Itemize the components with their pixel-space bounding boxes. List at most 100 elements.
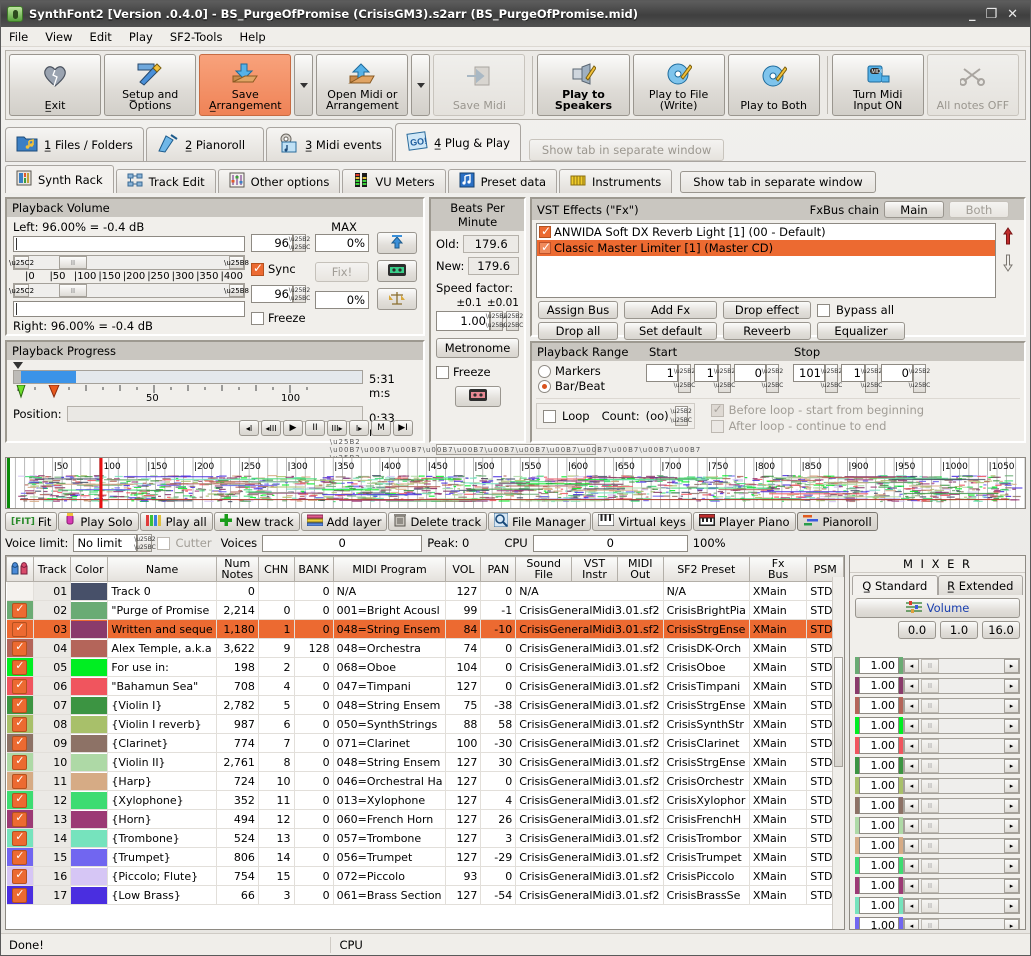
- track-fx-bus[interactable]: XMain: [749, 791, 806, 810]
- track-enable-checkbox[interactable]: [12, 793, 27, 808]
- mixer-row[interactable]: 1.00◂II▸: [855, 756, 1020, 775]
- mixer-slider-thumb[interactable]: II: [921, 679, 939, 693]
- track-name[interactable]: Alex Temple, a.k.a: [108, 639, 216, 658]
- track-color-swatch[interactable]: [71, 753, 108, 772]
- transport-forward-button[interactable]: III▸: [327, 420, 347, 436]
- track-name[interactable]: Track 0: [108, 582, 216, 601]
- mixer-slider-left-arrow[interactable]: ◂: [904, 759, 919, 773]
- mixer-slider-thumb[interactable]: II: [921, 839, 939, 853]
- col-pan[interactable]: PAN: [481, 557, 516, 582]
- mixer-slider-right-arrow[interactable]: ▸: [1004, 739, 1019, 753]
- table-row[interactable]: 11{Harp}724100046=Orchestral Ha1270Crisi…: [7, 772, 844, 791]
- all-notes-off-button[interactable]: All notes OFF: [927, 54, 1019, 116]
- bpm-cassette-button[interactable]: [455, 386, 501, 407]
- track-pan[interactable]: 4: [481, 791, 516, 810]
- before-loop-checkbox[interactable]: [711, 404, 724, 417]
- track-sound-file[interactable]: CrisisGeneralMidi3.01.sf2: [516, 772, 663, 791]
- track-sf2-preset[interactable]: CrisisDK-Orch: [663, 639, 749, 658]
- table-row[interactable]: 10{Violin II}2,76180048=String Ensem1273…: [7, 753, 844, 772]
- show-tab-separate-window-button-main[interactable]: Show tab in separate window: [529, 139, 724, 161]
- play-solo-button[interactable]: Play Solo: [58, 512, 138, 531]
- maximize-icon[interactable]: ❐: [985, 8, 997, 21]
- mixer-row[interactable]: 1.00◂II▸: [855, 856, 1020, 875]
- bpm-freeze-checkbox[interactable]: [436, 366, 449, 379]
- track-vol[interactable]: 127: [446, 848, 481, 867]
- set-default-button[interactable]: Set default: [624, 322, 717, 340]
- count-spinner[interactable]: \u25B2\u25BC: [675, 406, 688, 426]
- track-vol[interactable]: 127: [446, 677, 481, 696]
- mixer-row-value[interactable]: 1.00: [859, 717, 899, 734]
- right-slider-thumb[interactable]: II: [59, 284, 87, 297]
- track-enable-cell[interactable]: [7, 601, 34, 620]
- right-slider-left-arrow[interactable]: \u25C2: [14, 284, 29, 297]
- transport-end-button[interactable]: ▶I: [393, 420, 413, 436]
- track-color-swatch[interactable]: [71, 658, 108, 677]
- mixer-row-value[interactable]: 1.00: [859, 777, 899, 794]
- track-chn[interactable]: 14: [258, 848, 294, 867]
- mixer-row-slider[interactable]: ◂II▸: [903, 778, 1020, 794]
- menu-item-file[interactable]: File: [9, 30, 28, 44]
- track-sf2-preset[interactable]: CrisisClarinet: [663, 734, 749, 753]
- freeze-volume-checkbox[interactable]: [251, 312, 264, 325]
- table-row[interactable]: 04Alex Temple, a.k.a3,6229128048=Orchest…: [7, 639, 844, 658]
- assign-bus-button[interactable]: Assign Bus: [538, 301, 618, 319]
- track-sound-file[interactable]: CrisisGeneralMidi3.01.sf2: [516, 639, 663, 658]
- menu-item-view[interactable]: View: [45, 30, 72, 44]
- mixer-row-slider[interactable]: ◂II▸: [903, 838, 1020, 854]
- track-enable-checkbox[interactable]: [12, 850, 27, 865]
- mixer-preset-1[interactable]: 1.0: [940, 621, 978, 639]
- track-midi-program[interactable]: 048=String Ensem: [333, 696, 446, 715]
- track-color-swatch[interactable]: [71, 886, 108, 905]
- volume-bottom-input[interactable]: 96: [251, 285, 293, 303]
- mixer-slider-right-arrow[interactable]: ▸: [1004, 679, 1019, 693]
- col-fx-bus[interactable]: Fx Bus: [749, 557, 806, 582]
- track-midi-program[interactable]: 057=Trombone: [333, 829, 446, 848]
- mixer-row-slider[interactable]: ◂II▸: [903, 658, 1020, 674]
- col-bank[interactable]: BANK: [294, 557, 333, 582]
- track-chn[interactable]: 4: [258, 677, 294, 696]
- track-chn[interactable]: 6: [258, 715, 294, 734]
- track-pan[interactable]: 58: [481, 715, 516, 734]
- track-fx-bus[interactable]: XMain: [749, 867, 806, 886]
- track-color-swatch[interactable]: [71, 867, 108, 886]
- cassette-button[interactable]: [377, 260, 417, 282]
- track-midi-program[interactable]: 060=French Horn: [333, 810, 446, 829]
- metronome-button[interactable]: Metronome: [436, 338, 519, 358]
- table-vscrollbar-thumb[interactable]: [834, 657, 843, 767]
- mixer-slider-right-arrow[interactable]: ▸: [1004, 759, 1019, 773]
- track-chn[interactable]: 8: [258, 753, 294, 772]
- track-sound-file[interactable]: CrisisGeneralMidi3.01.sf2: [516, 715, 663, 734]
- mixer-row-slider[interactable]: ◂II▸: [903, 898, 1020, 914]
- file-manager-button[interactable]: File Manager: [488, 512, 591, 531]
- track-chn[interactable]: [258, 582, 294, 601]
- track-pan[interactable]: 26: [481, 810, 516, 829]
- track-enable-cell[interactable]: [7, 658, 34, 677]
- table-row[interactable]: 05For use in:19820068=Oboe1040CrisisGene…: [7, 658, 844, 677]
- track-enable-cell[interactable]: [7, 715, 34, 734]
- table-row[interactable]: 17{Low Brass}6630061=Brass Section127-54…: [7, 886, 844, 905]
- table-row[interactable]: 13{Horn}494120060=French Horn12726Crisis…: [7, 810, 844, 829]
- track-enable-checkbox[interactable]: [12, 622, 27, 637]
- track-sound-file[interactable]: CrisisGeneralMidi3.01.sf2: [516, 848, 663, 867]
- track-enable-checkbox[interactable]: [12, 641, 27, 656]
- volume-up-arrow-button[interactable]: [377, 232, 417, 254]
- mixer-row-value[interactable]: 1.00: [859, 677, 899, 694]
- track-pan[interactable]: 30: [481, 753, 516, 772]
- track-bank[interactable]: 0: [294, 848, 333, 867]
- track-midi-program[interactable]: 056=Trumpet: [333, 848, 446, 867]
- track-bank[interactable]: 0: [294, 753, 333, 772]
- scales-button[interactable]: [377, 288, 417, 310]
- track-chn[interactable]: 11: [258, 791, 294, 810]
- voice-limit-select[interactable]: No limit: [73, 534, 137, 552]
- table-row[interactable]: 01Track 000N/A1270N/AN/AXMainSTD: [7, 582, 844, 601]
- track-color-swatch[interactable]: [71, 734, 108, 753]
- mixer-row-value[interactable]: 1.00: [859, 817, 899, 834]
- track-fx-bus[interactable]: XMain: [749, 848, 806, 867]
- mixer-slider-right-arrow[interactable]: ▸: [1004, 819, 1019, 833]
- track-midi-program[interactable]: 050=SynthStrings: [333, 715, 446, 734]
- mixer-slider-left-arrow[interactable]: ◂: [904, 879, 919, 893]
- track-name[interactable]: {Clarinet}: [108, 734, 216, 753]
- mixer-row-slider[interactable]: ◂II▸: [903, 818, 1020, 834]
- track-enable-checkbox[interactable]: [12, 717, 27, 732]
- col-vol[interactable]: VOL: [446, 557, 481, 582]
